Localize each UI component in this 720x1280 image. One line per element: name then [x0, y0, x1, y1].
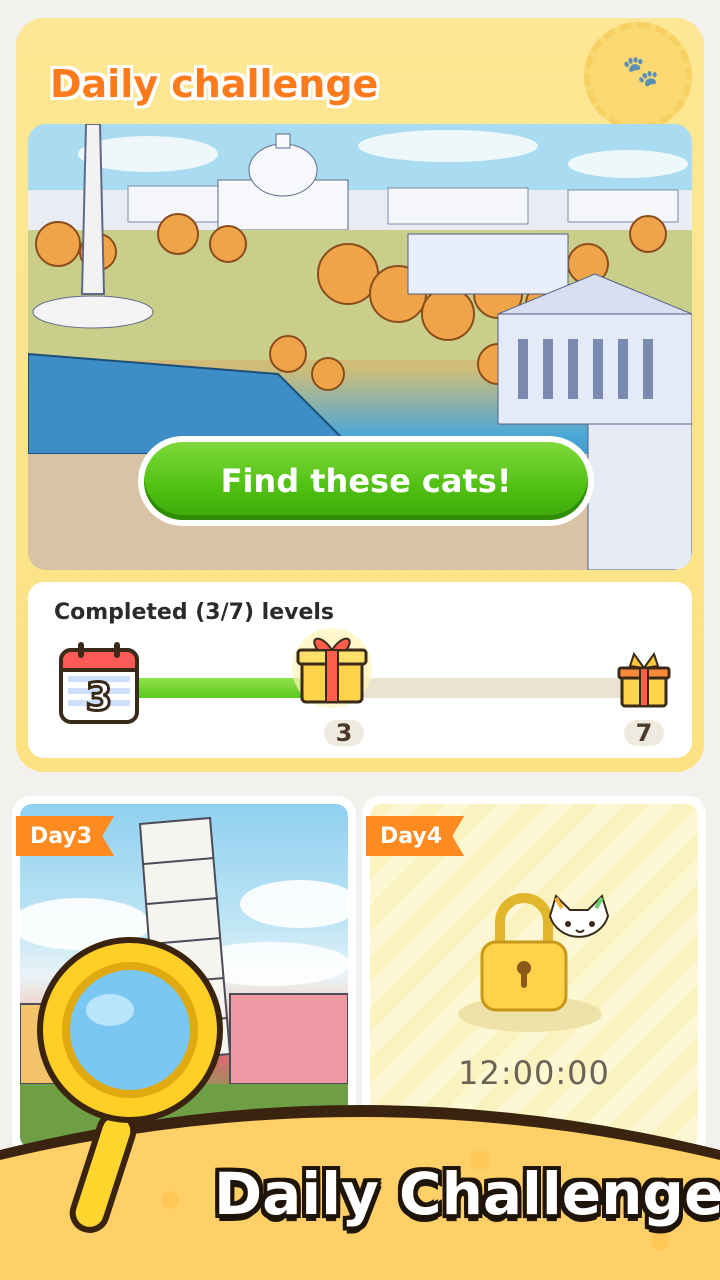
gift-icon: [292, 628, 372, 708]
page-title: Daily challenge: [50, 62, 379, 106]
progress-label: Completed (3/7) levels: [54, 600, 335, 625]
find-cats-button[interactable]: Find these cats!: [138, 436, 594, 526]
progress-track: [124, 678, 664, 698]
day-tag: Day3: [16, 816, 115, 856]
day-tag: Day4: [366, 816, 465, 856]
calendar-day: 3: [86, 675, 112, 719]
milestone-label: 7: [624, 719, 664, 747]
paw-badge-icon: 🐾: [584, 22, 692, 130]
find-cats-button-label: Find these cats!: [144, 442, 588, 520]
gift-icon: [617, 651, 671, 708]
hero-scene-image: Find these cats!: [28, 124, 692, 570]
cat-icon: [548, 894, 610, 938]
calendar-icon: 3: [59, 642, 139, 724]
lock-illustration: [458, 893, 610, 1032]
daily-challenge-card: 🐾 Daily challenge Find these cats! Compl…: [16, 18, 704, 772]
milestone-label: 3: [324, 719, 364, 747]
banner-title: Daily Challenge: [214, 1160, 720, 1228]
progress-panel: Completed (3/7) levels 3 3 7: [28, 582, 692, 758]
